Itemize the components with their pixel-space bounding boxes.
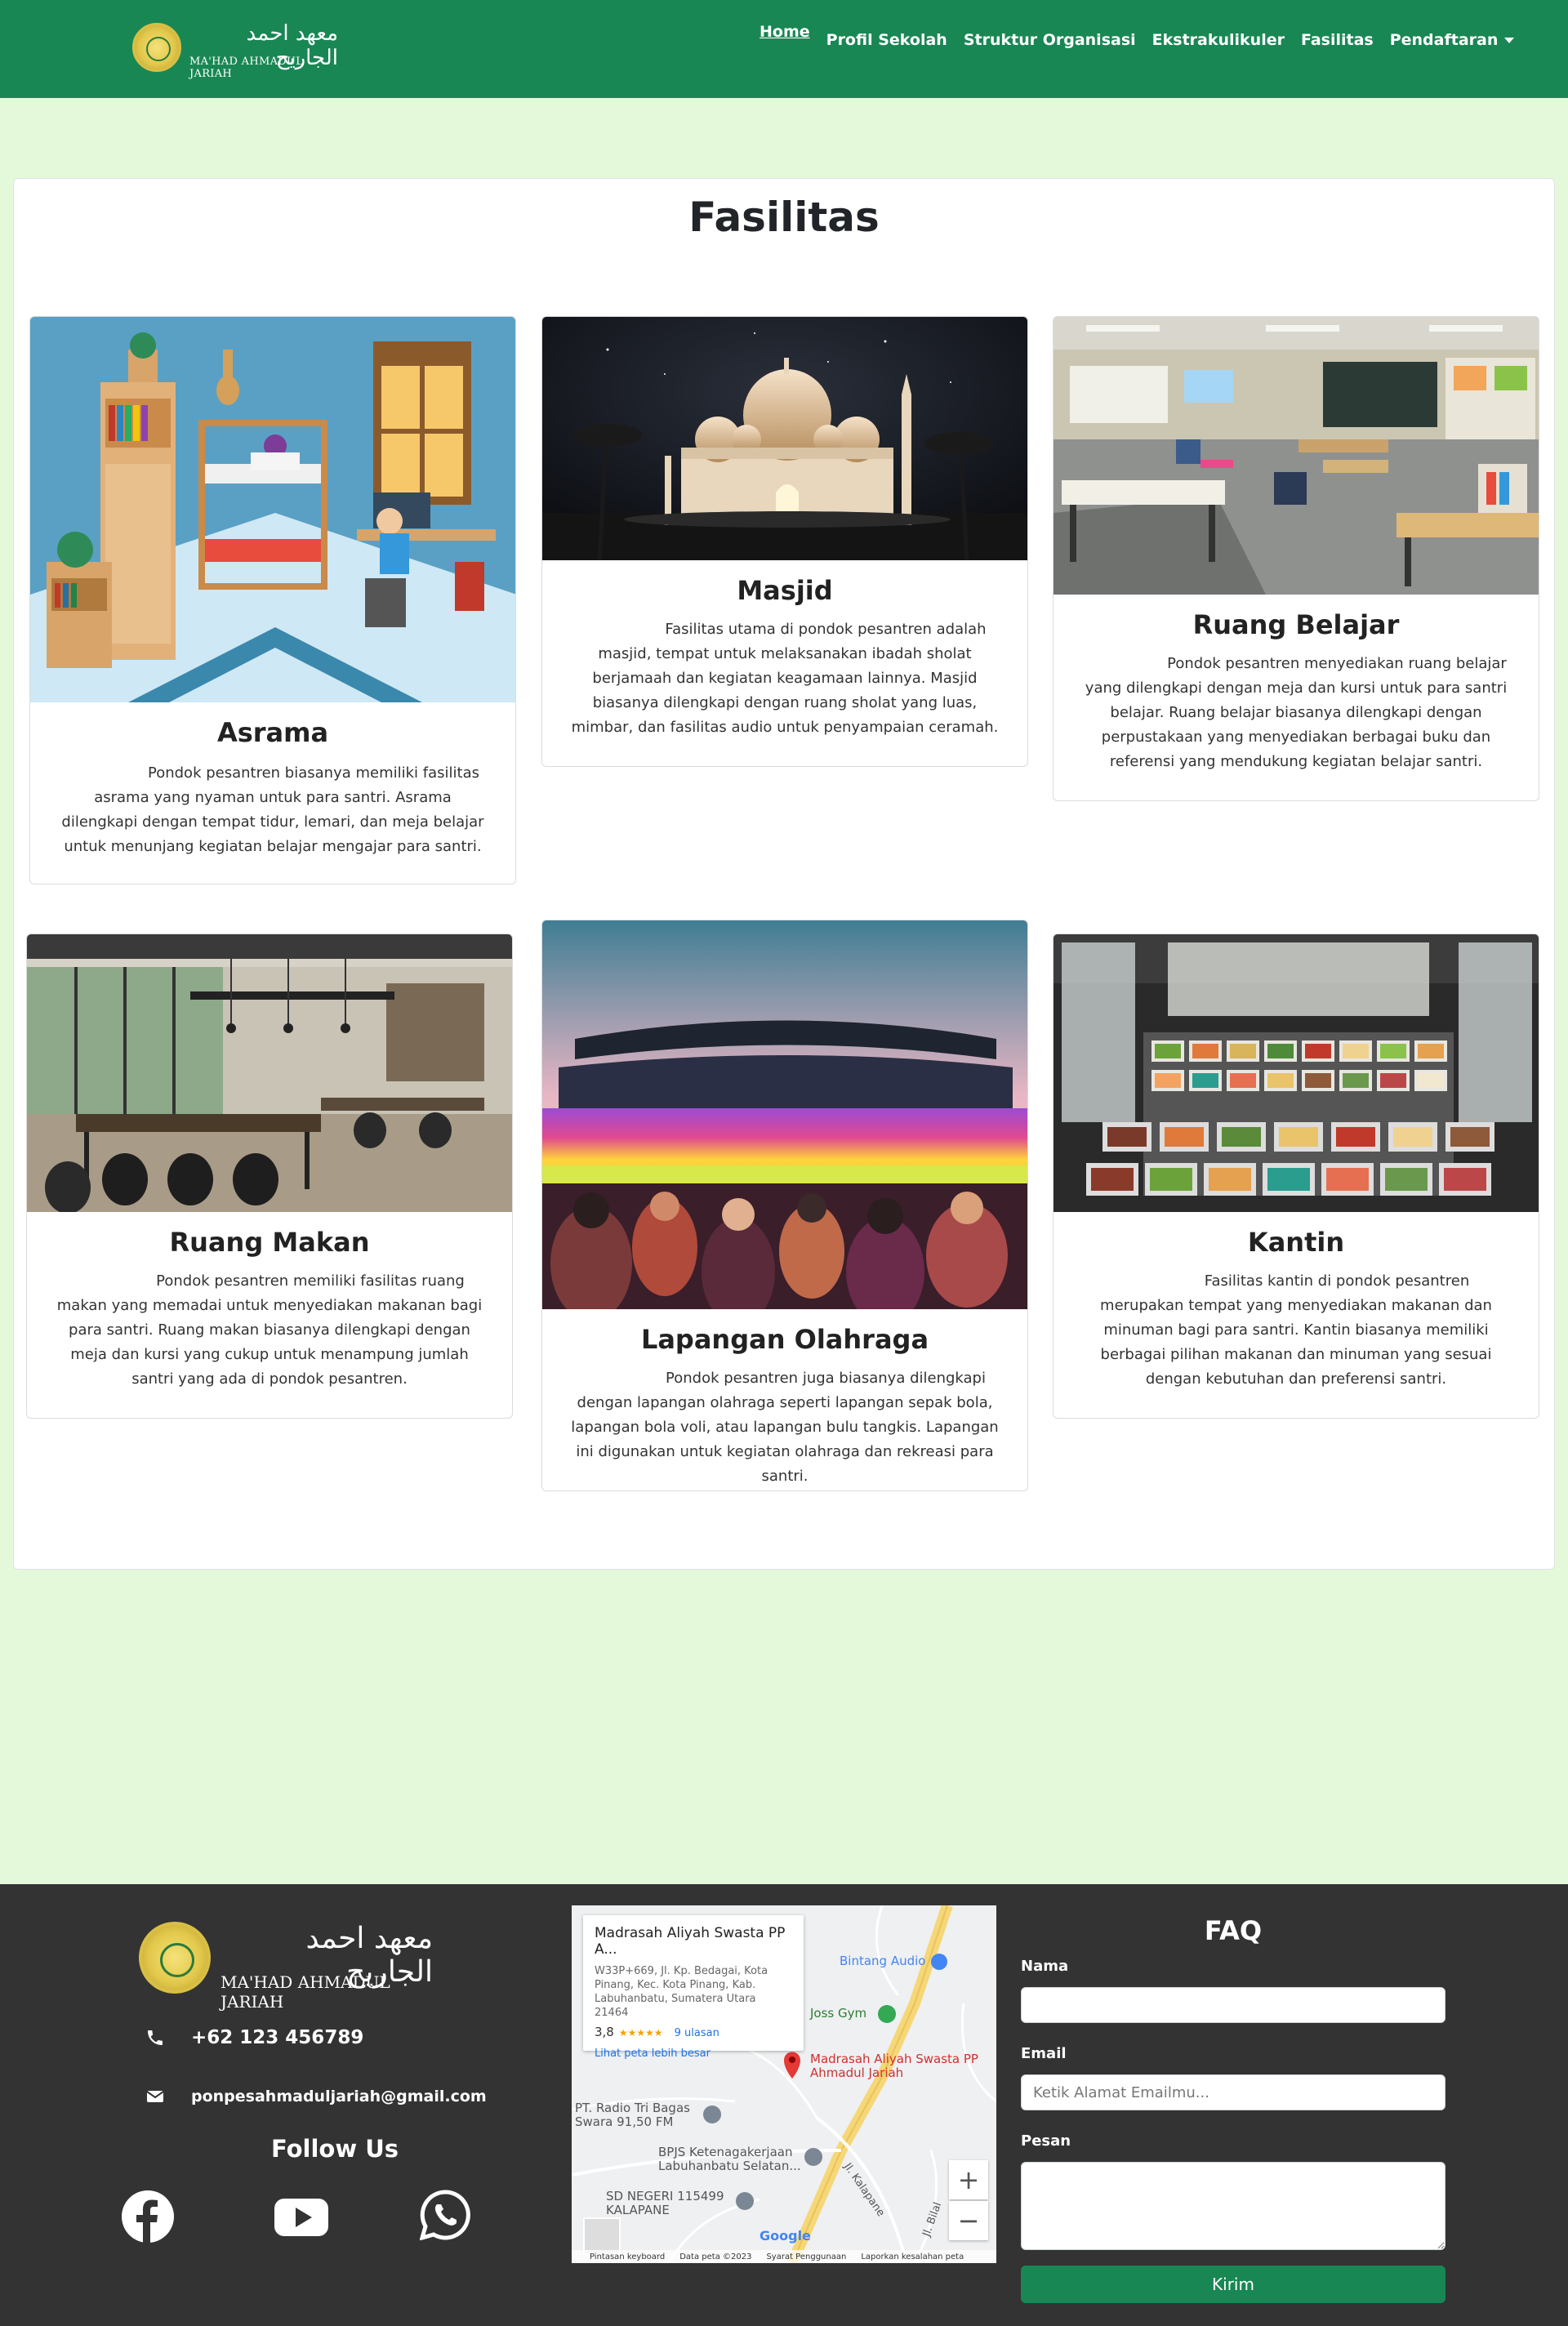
- facility-card-kantin: Kantin Fasilitas kantin di pondok pesant…: [1053, 934, 1539, 1419]
- nav-fasilitas[interactable]: Fasilitas: [1293, 31, 1382, 49]
- map-keyboard-shortcuts[interactable]: Pintasan keyboard: [590, 2252, 665, 2261]
- card-description: Fasilitas kantin di pondok pesantren mer…: [1100, 1272, 1492, 1388]
- nav-pendaftaran-label: Pendaftaran: [1389, 31, 1499, 49]
- facility-card-lapangan-olahraga: Lapangan Olahraga Pondok pesantren juga …: [541, 920, 1028, 1491]
- map-larger-link[interactable]: Lihat peta lebih besar: [595, 2048, 792, 2060]
- map-poi-joss-gym[interactable]: Joss Gym: [810, 2007, 866, 2021]
- masjid-image: [542, 317, 1027, 563]
- message-label: Pesan: [1021, 2132, 1071, 2150]
- google-logo: Google: [760, 2228, 811, 2244]
- email-input[interactable]: [1021, 2074, 1446, 2110]
- phone-number: +62 123 456789: [191, 2027, 364, 2048]
- nav-home[interactable]: Home: [751, 23, 818, 41]
- map-report-error-link[interactable]: Laporkan kesalahan peta: [861, 2252, 964, 2261]
- card-description: Pondok pesantren biasanya memiliki fasil…: [61, 764, 484, 855]
- email-address: ponpesahmaduljariah@gmail.com: [191, 2088, 487, 2105]
- footer: معهد احمد الجاريح MA'HAD AHMADUL JARIAH …: [0, 1884, 1568, 2326]
- map-rating-row: 3,8 ★★★★★ 9 ulasan: [595, 2025, 792, 2039]
- card-title: Lapangan Olahraga: [640, 1324, 929, 1355]
- envelope-icon: [144, 2085, 167, 2108]
- nav-profil-sekolah[interactable]: Profil Sekolah: [818, 31, 956, 49]
- school-seal-icon: [139, 1922, 211, 1994]
- map-rating-value: 3,8: [595, 2025, 614, 2039]
- map-pin-label[interactable]: Madrasah Aliyah Swasta PP Ahmadul Jariah: [810, 2052, 982, 2080]
- facebook-icon[interactable]: [121, 2190, 175, 2244]
- google-map-embed[interactable]: Madrasah Aliyah Swasta PP A... W33P+669,…: [572, 1905, 996, 2263]
- map-poi-radio[interactable]: PT. Radio Tri Bagas Swara 91,50 FM: [575, 2101, 706, 2129]
- card-title: Ruang Belajar: [1192, 609, 1400, 640]
- name-input[interactable]: [1021, 1987, 1446, 2023]
- map-zoom-out-button[interactable]: −: [949, 2201, 988, 2240]
- card-description: Fasilitas utama di pondok pesantren adal…: [571, 621, 999, 736]
- card-title: Kantin: [1247, 1227, 1345, 1258]
- card-description: Pondok pesantren menyediakan ruang belaj…: [1085, 655, 1508, 770]
- map-terms-link[interactable]: Syarat Penggunaan: [766, 2252, 846, 2261]
- brand-latin-text: MA'HAD AHMADUL JARIAH: [189, 56, 304, 80]
- map-reviews-link[interactable]: 9 ulasan: [675, 2027, 719, 2039]
- email-label: Email: [1021, 2045, 1067, 2062]
- navbar: معهد احمد الجاريح MA'HAD AHMADUL JARIAH …: [0, 0, 1568, 98]
- school-seal-icon: [132, 23, 181, 72]
- brand-logo[interactable]: معهد احمد الجاريح MA'HAD AHMADUL JARIAH: [132, 21, 345, 80]
- card-description: Pondok pesantren juga biasanya dilengkap…: [571, 1370, 999, 1485]
- map-attribution-bar: Pintasan keyboard Data peta ©2023 Syarat…: [572, 2250, 996, 2263]
- nav-pendaftaran-dropdown[interactable]: Pendaftaran: [1382, 31, 1523, 49]
- facility-card-masjid: Masjid Fasilitas utama di pondok pesantr…: [541, 316, 1028, 767]
- name-label: Nama: [1021, 1958, 1069, 1975]
- footer-phone: +62 123 456789: [144, 2026, 363, 2049]
- phone-icon: [144, 2026, 167, 2049]
- footer-email: ponpesahmaduljariah@gmail.com: [144, 2085, 487, 2108]
- card-title: Masjid: [737, 575, 833, 606]
- nav-struktur-organisasi[interactable]: Struktur Organisasi: [956, 31, 1144, 49]
- follow-us-heading: Follow Us: [270, 2135, 399, 2163]
- map-zoom-in-button[interactable]: +: [949, 2160, 988, 2199]
- kantin-image: [1054, 934, 1539, 1212]
- youtube-icon[interactable]: [273, 2190, 330, 2244]
- ruang-makan-image: [27, 934, 512, 1214]
- facility-card-asrama: Asrama Pondok pesantren biasanya memilik…: [29, 316, 516, 885]
- map-data-copyright: Data peta ©2023: [679, 2252, 752, 2261]
- nav-menu: Home Profil Sekolah Struktur Organisasi …: [751, 23, 1523, 49]
- facilities-section: Fasilitas Asrama Pondok pesantren biasan…: [13, 178, 1555, 1570]
- whatsapp-icon[interactable]: [419, 2190, 474, 2244]
- nav-ekstrakulikuler[interactable]: Ekstrakulikuler: [1144, 31, 1293, 49]
- page-title: Fasilitas: [688, 194, 880, 241]
- faq-heading: FAQ: [1204, 1915, 1263, 1946]
- footer-logo: معهد احمد الجاريح MA'HAD AHMADUL JARIAH: [139, 1922, 449, 2012]
- star-rating-icon: ★★★★★: [618, 2027, 663, 2039]
- asrama-image: [30, 317, 515, 702]
- facility-card-ruang-belajar: Ruang Belajar Pondok pesantren menyediak…: [1053, 316, 1539, 801]
- card-title: Asrama: [216, 717, 329, 748]
- submit-button[interactable]: Kirim: [1021, 2266, 1446, 2303]
- facility-card-ruang-makan: Ruang Makan Pondok pesantren memiliki fa…: [26, 934, 513, 1419]
- ruang-belajar-image: [1054, 317, 1539, 595]
- map-place-card: Madrasah Aliyah Swasta PP A... W33P+669,…: [583, 1915, 804, 2060]
- map-poi-bintang-audio[interactable]: Bintang Audio: [840, 1954, 925, 1968]
- map-poi-bpjs[interactable]: BPJS Ketenagakerjaan Labuhanbatu Selatan…: [658, 2146, 805, 2173]
- map-poi-sd-negeri[interactable]: SD NEGERI 115499 KALAPANE: [606, 2190, 737, 2217]
- message-textarea[interactable]: [1021, 2162, 1446, 2250]
- map-place-name: Madrasah Aliyah Swasta PP A...: [595, 1925, 786, 1958]
- card-description: Pondok pesantren memiliki fasilitas ruan…: [56, 1272, 483, 1388]
- caret-down-icon: [1504, 38, 1515, 43]
- lapangan-olahraga-image: [542, 920, 1027, 1326]
- map-place-address: W33P+669, Jl. Kp. Bedagai, Kota Pinang, …: [595, 1965, 768, 2019]
- footer-brand-latin: MA'HAD AHMADUL JARIAH: [220, 1972, 390, 2012]
- card-title: Ruang Makan: [169, 1227, 370, 1258]
